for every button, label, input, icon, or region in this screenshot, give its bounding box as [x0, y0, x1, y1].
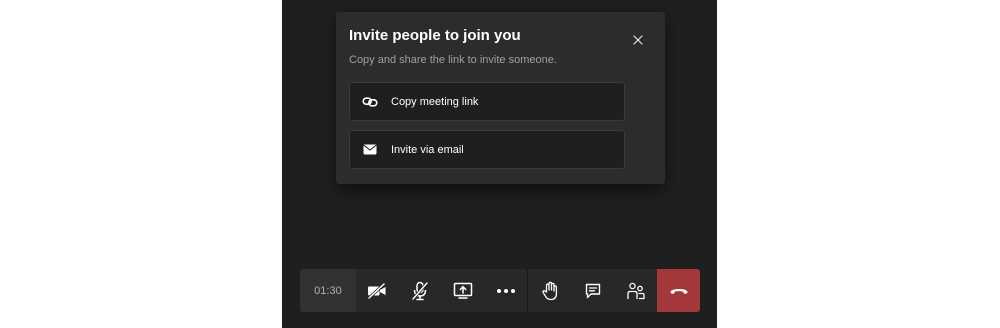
mic-toggle-button[interactable] — [399, 269, 442, 312]
invite-via-email-button[interactable]: Invite via email — [349, 130, 625, 169]
raise-hand-button[interactable] — [528, 269, 571, 312]
share-screen-icon — [453, 282, 473, 299]
participants-button[interactable] — [614, 269, 657, 312]
mail-icon — [361, 141, 379, 159]
camera-toggle-button[interactable] — [356, 269, 399, 312]
chat-button[interactable] — [571, 269, 614, 312]
more-options-icon — [496, 288, 515, 293]
hang-up-button[interactable] — [657, 269, 700, 312]
call-toolbar: 01:30 — [300, 269, 700, 312]
share-screen-button[interactable] — [442, 269, 485, 312]
copy-meeting-link-label: Copy meeting link — [391, 95, 479, 108]
camera-off-icon — [368, 282, 386, 299]
chat-icon — [585, 283, 600, 298]
close-icon — [633, 35, 643, 45]
hang-up-icon — [670, 288, 688, 294]
copy-meeting-link-button[interactable]: Copy meeting link — [349, 82, 625, 121]
dialog-subtitle: Copy and share the link to invite someon… — [349, 54, 557, 66]
raise-hand-icon — [542, 281, 557, 300]
invite-dialog: Invite people to join you Copy and share… — [336, 12, 665, 184]
link-icon — [361, 93, 379, 111]
close-button[interactable] — [629, 31, 647, 49]
mic-off-icon — [412, 281, 429, 300]
call-timer: 01:30 — [300, 269, 356, 312]
dialog-title: Invite people to join you — [349, 27, 521, 44]
invite-via-email-label: Invite via email — [391, 143, 464, 156]
more-options-button[interactable] — [485, 269, 528, 312]
participants-icon — [626, 282, 645, 299]
meeting-stage: Invite people to join you Copy and share… — [282, 0, 717, 328]
